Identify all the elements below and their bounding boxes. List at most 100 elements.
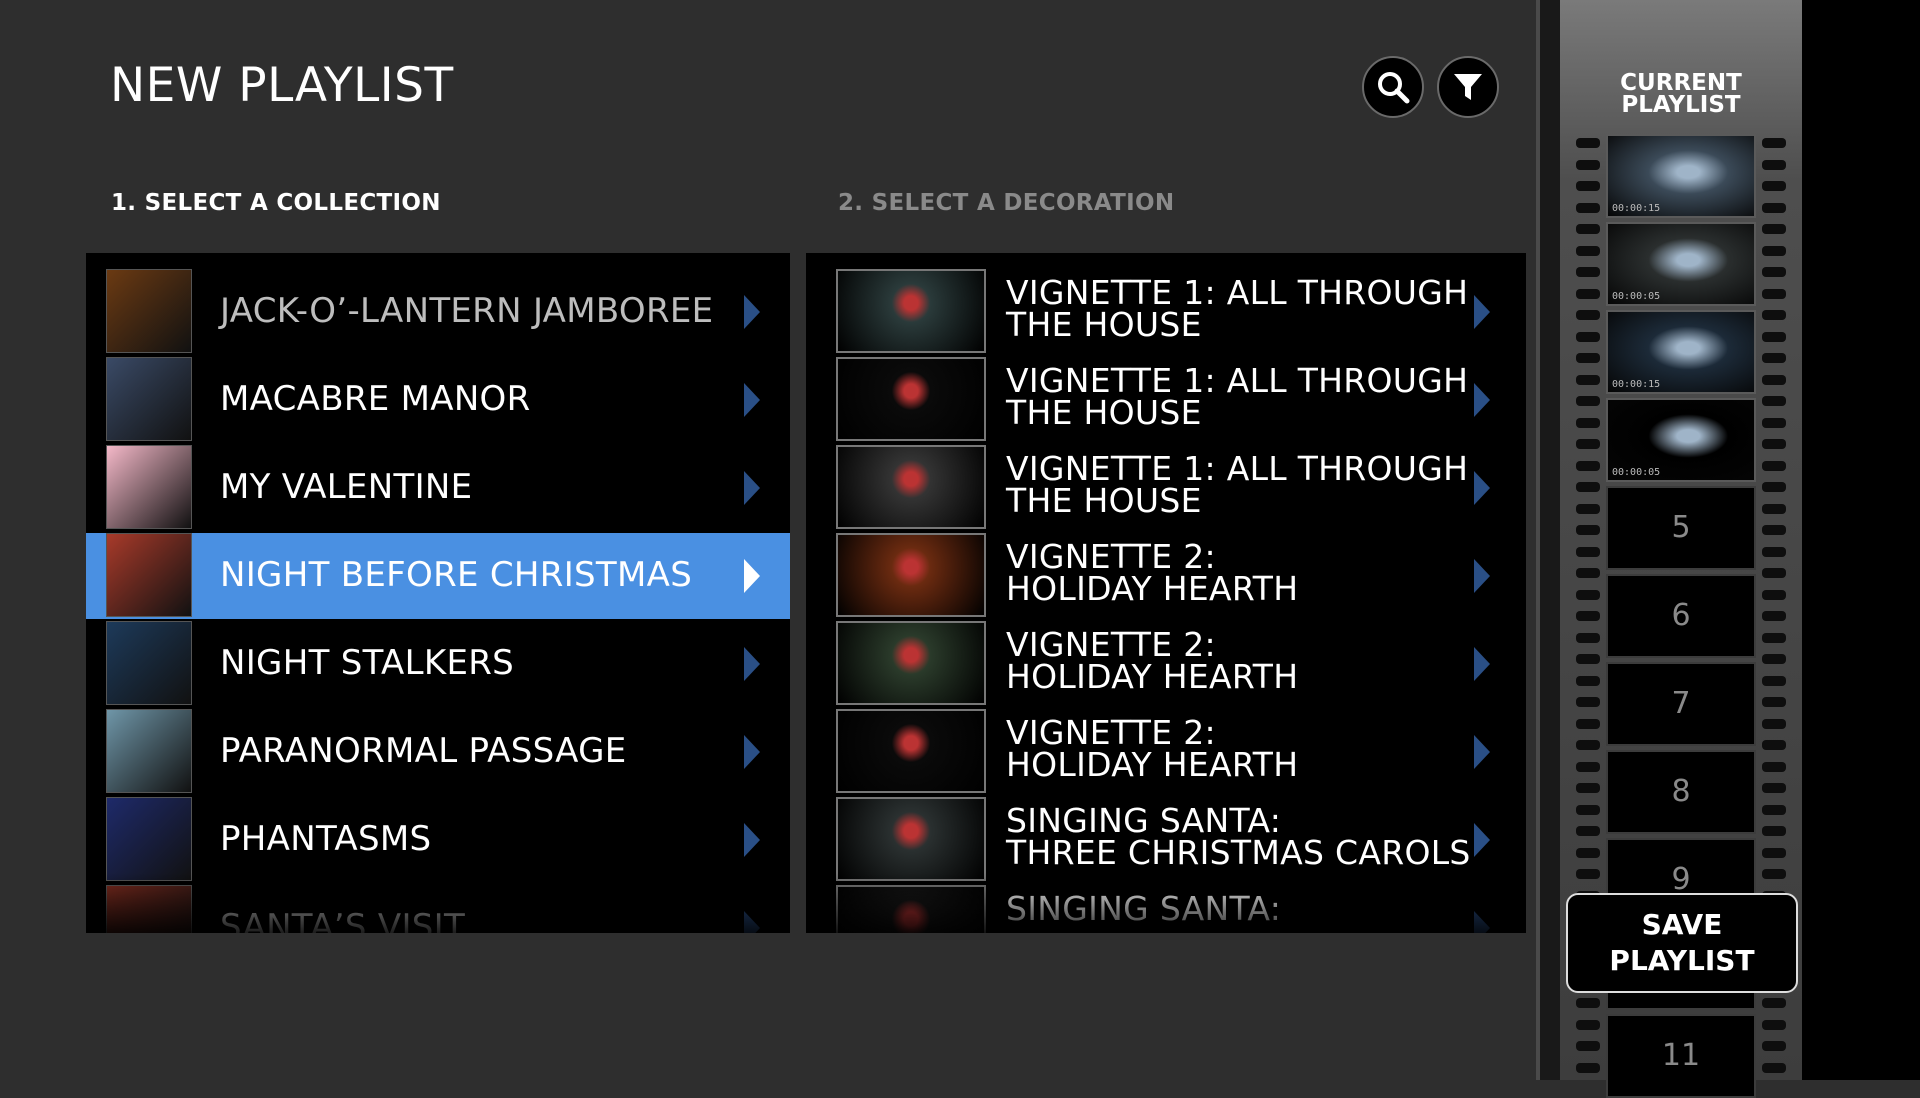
playlist-slot[interactable]: 5 bbox=[1606, 486, 1756, 570]
sprocket-hole bbox=[1762, 202, 1786, 213]
sprocket-hole bbox=[1762, 654, 1786, 664]
playlist-slot[interactable]: 8 bbox=[1606, 750, 1756, 834]
sprocket-hole bbox=[1576, 267, 1600, 277]
sprocket-hole bbox=[1762, 568, 1786, 578]
chevron-right-icon bbox=[1474, 471, 1490, 505]
decoration-label-line2: THREE CHRISTMAS CAROLS bbox=[1006, 833, 1471, 872]
chevron-right-icon bbox=[1474, 911, 1490, 933]
slot-duration: 00:00:05 bbox=[1612, 291, 1661, 302]
decoration-label: VIGNETTE 2: HOLIDAY HEARTH bbox=[1006, 628, 1299, 696]
sprocket-hole bbox=[1762, 632, 1786, 643]
slot-duration: 00:00:05 bbox=[1612, 467, 1661, 478]
sprocket-hole bbox=[1762, 138, 1786, 148]
sprocket-hole bbox=[1762, 288, 1786, 299]
sprocket-hole bbox=[1762, 267, 1786, 277]
sprocket-hole bbox=[1762, 525, 1786, 535]
chevron-right-icon bbox=[744, 295, 760, 329]
collection-item[interactable]: MY VALENTINE bbox=[86, 445, 790, 531]
decoration-item[interactable]: VIGNETTE 1: ALL THROUGH THE HOUSE bbox=[806, 269, 1526, 355]
sprocket-hole bbox=[1576, 847, 1600, 858]
collection-label: PARANORMAL PASSAGE bbox=[220, 731, 627, 771]
decoration-label: VIGNETTE 1: ALL THROUGH THE HOUSE bbox=[1006, 452, 1468, 520]
filter-icon bbox=[1454, 74, 1482, 100]
step-select-collection: 1. SELECT A COLLECTION bbox=[111, 190, 441, 216]
decoration-item[interactable]: SINGING SANTA: bbox=[806, 885, 1526, 933]
step-select-decoration: 2. SELECT A DECORATION bbox=[838, 190, 1175, 216]
slot-number: 7 bbox=[1671, 686, 1691, 721]
decoration-item[interactable]: VIGNETTE 1: ALL THROUGH THE HOUSE bbox=[806, 357, 1526, 443]
chevron-right-icon bbox=[1474, 383, 1490, 417]
save-playlist-label-line1: SAVE bbox=[1641, 908, 1723, 941]
decoration-item[interactable]: VIGNETTE 1: ALL THROUGH THE HOUSE bbox=[806, 445, 1526, 531]
collection-item[interactable]: MACABRE MANOR bbox=[86, 357, 790, 443]
decoration-thumbnail bbox=[836, 885, 986, 933]
collection-item[interactable]: NIGHT STALKERS bbox=[86, 621, 790, 707]
collection-label: MACABRE MANOR bbox=[220, 379, 531, 419]
sprocket-hole bbox=[1762, 740, 1786, 750]
decoration-label-line2: THE HOUSE bbox=[1006, 481, 1202, 520]
decoration-thumbnail bbox=[836, 445, 986, 529]
decoration-label: SINGING SANTA: THREE CHRISTMAS CAROLS bbox=[1006, 804, 1471, 872]
sprocket-hole bbox=[1576, 353, 1600, 363]
sidebar-background bbox=[1802, 0, 1920, 1080]
sprocket-hole bbox=[1576, 632, 1600, 643]
current-playlist-title-line1: CURRENT bbox=[1620, 70, 1742, 96]
decoration-label: VIGNETTE 2: HOLIDAY HEARTH bbox=[1006, 540, 1299, 608]
sprocket-hole bbox=[1762, 1062, 1786, 1073]
sprocket-hole bbox=[1762, 374, 1786, 385]
sprocket-hole bbox=[1762, 761, 1786, 772]
decoration-thumbnail bbox=[836, 269, 986, 353]
collection-item[interactable]: NIGHT BEFORE CHRISTMAS bbox=[86, 533, 790, 619]
chevron-right-icon bbox=[744, 735, 760, 769]
playlist-slot[interactable]: 6 bbox=[1606, 574, 1756, 658]
sprocket-hole bbox=[1576, 718, 1600, 729]
sprocket-hole bbox=[1762, 482, 1786, 492]
sprocket-hole bbox=[1762, 869, 1786, 879]
current-playlist-title: CURRENT PLAYLIST bbox=[1560, 70, 1802, 117]
collection-thumbnail bbox=[106, 709, 192, 793]
decoration-label-line2: HOLIDAY HEARTH bbox=[1006, 569, 1299, 608]
decoration-label-line1: SINGING SANTA: bbox=[1006, 889, 1282, 928]
sprocket-hole bbox=[1576, 525, 1600, 535]
sprocket-hole bbox=[1576, 417, 1600, 428]
slot-duration: 00:00:15 bbox=[1612, 203, 1661, 214]
save-playlist-button[interactable]: SAVE PLAYLIST bbox=[1566, 893, 1798, 993]
sprocket-hole bbox=[1576, 396, 1600, 406]
slot-duration: 00:00:15 bbox=[1612, 379, 1661, 390]
search-button[interactable] bbox=[1362, 56, 1424, 118]
slot-number: 5 bbox=[1671, 510, 1691, 545]
chevron-right-icon bbox=[1474, 295, 1490, 329]
decoration-label-line2: HOLIDAY HEARTH bbox=[1006, 657, 1299, 696]
sprocket-hole bbox=[1762, 181, 1786, 191]
decoration-item[interactable]: SINGING SANTA: THREE CHRISTMAS CAROLS bbox=[806, 797, 1526, 883]
sprocket-hole bbox=[1762, 245, 1786, 256]
sprocket-hole bbox=[1576, 675, 1600, 686]
sprocket-hole bbox=[1762, 503, 1786, 514]
chevron-right-icon bbox=[744, 559, 760, 593]
decoration-item[interactable]: VIGNETTE 2: HOLIDAY HEARTH bbox=[806, 533, 1526, 619]
sprocket-hole bbox=[1762, 826, 1786, 836]
sprocket-hole bbox=[1762, 697, 1786, 707]
decoration-label: VIGNETTE 1: ALL THROUGH THE HOUSE bbox=[1006, 364, 1468, 429]
sprocket-hole bbox=[1576, 869, 1600, 879]
sidebar-edge bbox=[1540, 0, 1560, 1080]
playlist-slot[interactable]: 00:00:15 bbox=[1606, 310, 1756, 394]
playlist-slot[interactable]: 00:00:05 bbox=[1606, 222, 1756, 306]
decoration-item[interactable]: VIGNETTE 2: HOLIDAY HEARTH bbox=[806, 621, 1526, 707]
decoration-item[interactable]: VIGNETTE 2: HOLIDAY HEARTH bbox=[806, 709, 1526, 795]
playlist-slot[interactable]: 7 bbox=[1606, 662, 1756, 746]
playlist-slot[interactable]: 00:00:05 bbox=[1606, 398, 1756, 482]
collection-thumbnail bbox=[106, 885, 192, 933]
collection-item[interactable]: JACK-O’-LANTERN JAMBOREE bbox=[86, 269, 790, 355]
sprocket-hole bbox=[1576, 783, 1600, 793]
sprocket-hole bbox=[1762, 589, 1786, 600]
collection-item[interactable]: PARANORMAL PASSAGE bbox=[86, 709, 790, 795]
decoration-thumbnail bbox=[836, 709, 986, 793]
sprocket-hole bbox=[1762, 417, 1786, 428]
playlist-slot[interactable]: 11 bbox=[1606, 1014, 1756, 1098]
sprocket-hole bbox=[1576, 503, 1600, 514]
filter-button[interactable] bbox=[1437, 56, 1499, 118]
collection-item[interactable]: PHANTASMS bbox=[86, 797, 790, 883]
collection-item[interactable]: SANTA’S VISIT bbox=[86, 885, 790, 933]
playlist-slot[interactable]: 00:00:15 bbox=[1606, 134, 1756, 218]
